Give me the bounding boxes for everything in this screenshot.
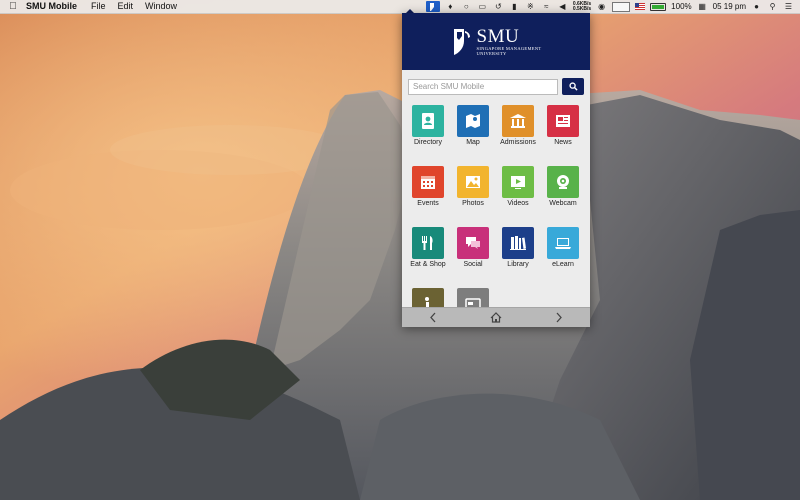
tile-label: Events [417, 200, 439, 207]
globe-icon[interactable]: ◉ [596, 1, 607, 12]
tile-label: Videos [507, 200, 529, 207]
eat-shop-icon [412, 227, 444, 259]
admissions-icon [502, 105, 534, 137]
battery-icon[interactable] [650, 2, 667, 11]
menu-file[interactable]: File [85, 0, 112, 13]
tile-label: Eat & Shop [410, 261, 446, 268]
tile-webcam[interactable]: Webcam [542, 166, 584, 207]
volume-icon[interactable]: ◀ [557, 1, 568, 12]
clock[interactable]: 05 19 pm [713, 2, 746, 11]
search-button[interactable] [562, 78, 584, 95]
home-icon [490, 312, 502, 323]
directory-icon [412, 105, 444, 137]
battery-percent[interactable]: 100% [671, 2, 691, 11]
wifi-icon[interactable]: ≈ [541, 1, 552, 12]
tile-map[interactable]: Map [452, 105, 494, 146]
menu-bar:  SMU Mobile File Edit Window ♦ ○ ▭ ↺ ▮ … [0, 0, 800, 14]
chevron-right-icon [556, 312, 562, 323]
photos-icon [457, 166, 489, 198]
tile-library[interactable]: Library [497, 227, 539, 268]
tile-label: Admissions [500, 139, 536, 146]
smu-tray-icon[interactable] [425, 1, 440, 12]
map-icon [457, 105, 489, 137]
app-header: SMU Singapore Management University [402, 13, 590, 70]
flag-icon[interactable] [635, 3, 646, 10]
tile-label: Directory [413, 139, 442, 146]
app-tile-grid: Directory Map Admissions News Events Pho… [402, 105, 590, 318]
tile-admissions[interactable]: Admissions [497, 105, 539, 146]
bluetooth-icon[interactable]: ※ [525, 1, 536, 12]
notification-center-icon[interactable]: ☰ [783, 1, 794, 12]
app-menu[interactable]: SMU Mobile [20, 0, 85, 13]
smu-mobile-popover: SMU Singapore Management University Dire… [402, 13, 590, 327]
tile-label: Photos [462, 200, 484, 207]
social-icon [457, 227, 489, 259]
calendar-icon[interactable]: ▦ [697, 1, 708, 12]
tile-label: Webcam [549, 200, 577, 207]
menu-window[interactable]: Window [139, 0, 183, 13]
net-down: 0.5KB/s [572, 5, 592, 12]
flux-icon[interactable]: ○ [461, 1, 472, 12]
desktop-wallpaper [0, 0, 800, 500]
tile-eat-shop[interactable]: Eat & Shop [407, 227, 449, 268]
apple-menu-icon[interactable]:  [6, 1, 20, 12]
status-tray: ♦ ○ ▭ ↺ ▮ ※ ≈ ◀ 0.6KB/s 0.5KB/s ◉ 100% ▦… [425, 0, 794, 13]
elearn-icon [547, 227, 579, 259]
tile-photos[interactable]: Photos [452, 166, 494, 207]
battery-monitor-icon[interactable]: ▮ [509, 1, 520, 12]
tile-label: eLearn [552, 261, 574, 268]
tile-label: Social [463, 261, 483, 268]
tile-directory[interactable]: Directory [407, 105, 449, 146]
tile-videos[interactable]: Videos [497, 166, 539, 207]
battery-fill [652, 4, 665, 9]
events-icon [412, 166, 444, 198]
input-source-icon[interactable] [612, 1, 631, 12]
user-icon[interactable]: ● [751, 1, 762, 12]
news-icon [547, 105, 579, 137]
spotlight-search-icon[interactable]: ⚲ [767, 1, 778, 12]
tile-events[interactable]: Events [407, 166, 449, 207]
search-input[interactable] [408, 78, 558, 95]
dropbox-icon[interactable]: ♦ [445, 1, 456, 12]
tile-label: News [554, 139, 572, 146]
home-button[interactable] [476, 308, 516, 327]
webcam-icon [547, 166, 579, 198]
chevron-left-icon [430, 312, 436, 323]
smu-logo: SMU Singapore Management University [451, 26, 542, 58]
menu-edit[interactable]: Edit [112, 0, 140, 13]
bottom-nav-bar [402, 307, 590, 327]
search-bar [402, 70, 590, 95]
tile-label: Map [466, 139, 480, 146]
videos-icon [502, 166, 534, 198]
search-icon [568, 82, 578, 91]
network-speed[interactable]: 0.6KB/s 0.5KB/s [572, 1, 592, 12]
smu-emblem-icon [453, 28, 470, 55]
screen-icon[interactable]: ▭ [477, 1, 488, 12]
back-button[interactable] [413, 308, 453, 327]
tile-elearn[interactable]: eLearn [542, 227, 584, 268]
tile-news[interactable]: News [542, 105, 584, 146]
tile-social[interactable]: Social [452, 227, 494, 268]
time-machine-icon[interactable]: ↺ [493, 1, 504, 12]
logo-title: SMU [476, 26, 520, 47]
library-icon [502, 227, 534, 259]
forward-button[interactable] [539, 308, 579, 327]
tile-label: Library [507, 261, 529, 268]
logo-subtitle-line-2: University [476, 51, 507, 56]
